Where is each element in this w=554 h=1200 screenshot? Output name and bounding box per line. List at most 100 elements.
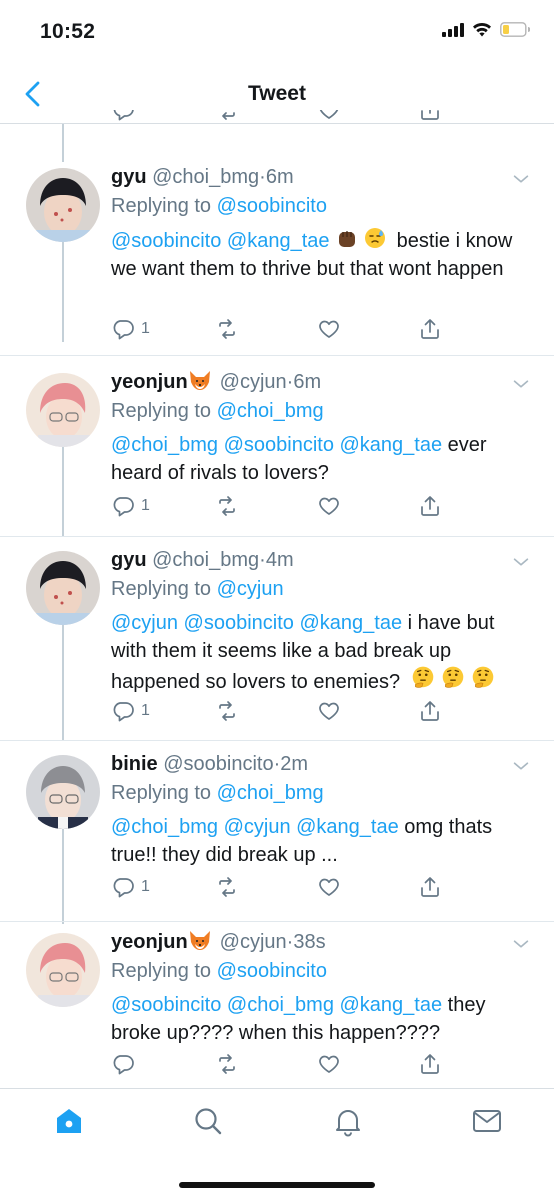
retweet-icon <box>215 494 239 518</box>
avatar[interactable] <box>26 933 100 1007</box>
retweet-icon <box>215 110 239 122</box>
fox-emoji-icon <box>188 370 212 392</box>
reply-button[interactable]: 1 <box>111 875 150 899</box>
chevron-down-icon[interactable] <box>510 755 532 777</box>
home-indicator <box>179 1182 375 1188</box>
reply-button[interactable]: 1 <box>111 699 150 723</box>
replying-to-link[interactable]: @choi_bmg <box>217 782 324 804</box>
share-button[interactable] <box>418 699 442 723</box>
share-button[interactable] <box>418 875 442 899</box>
tweet-text: @soobincito @choi_bmg @kang_tae they bro… <box>111 991 532 1047</box>
replying-to-link[interactable]: @cyjun <box>217 578 284 600</box>
tab-search[interactable] <box>192 1105 224 1137</box>
user-handle[interactable]: @soobincito <box>163 753 273 775</box>
like-icon <box>317 699 341 723</box>
avatar[interactable] <box>26 168 100 242</box>
retweet-button[interactable] <box>215 875 239 899</box>
user-handle[interactable]: @cyjun <box>220 371 287 393</box>
page-title: Tweet <box>248 82 306 105</box>
replying-to: Replying to @soobincito <box>111 960 327 982</box>
tweet-mentions[interactable]: @soobincito @choi_bmg @kang_tae <box>111 994 442 1016</box>
tweet[interactable]: yeonjun @cyjun·38s Replying to @soobincit… <box>0 919 554 1087</box>
reply-count: 1 <box>141 497 150 514</box>
tweet-text: @choi_bmg @cyjun @kang_tae omg thats tru… <box>111 813 532 869</box>
retweet-button[interactable] <box>215 494 239 518</box>
tweet[interactable]: yeonjun @cyjun·6m Replying to @choi_bmg @… <box>0 359 554 537</box>
timestamp: 6m <box>265 166 294 188</box>
status-bar: 10:52 <box>0 0 554 64</box>
replying-to: Replying to @cyjun <box>111 578 284 600</box>
thinking-face-emoji-icon <box>410 665 436 691</box>
chevron-down-icon[interactable] <box>510 551 532 573</box>
like-icon <box>317 110 341 122</box>
tab-messages[interactable] <box>471 1105 503 1137</box>
display-name[interactable]: yeonjun <box>111 371 188 393</box>
like-button[interactable] <box>317 699 341 723</box>
chevron-down-icon[interactable] <box>510 933 532 955</box>
display-name[interactable]: yeonjun <box>111 931 188 953</box>
share-button[interactable] <box>418 317 442 341</box>
tweet-header: yeonjun @cyjun·38s <box>111 930 326 953</box>
tweet-mentions[interactable]: @choi_bmg @soobincito @kang_tae <box>111 434 442 456</box>
like-button[interactable] <box>317 494 341 518</box>
like-button[interactable] <box>317 875 341 899</box>
wifi-icon <box>473 22 491 37</box>
replying-to: Replying to @soobincito <box>111 195 327 217</box>
reply-icon <box>111 494 135 518</box>
tweet-actions <box>111 1052 441 1078</box>
like-button[interactable] <box>317 317 341 341</box>
tweet-mentions[interactable]: @soobincito @kang_tae <box>111 230 330 252</box>
avatar[interactable] <box>26 551 100 625</box>
timestamp: 2m <box>280 753 309 775</box>
cellular-signal-icon <box>442 22 464 37</box>
like-icon <box>317 1052 341 1076</box>
timestamp: 6m <box>293 371 322 393</box>
reply-count: 1 <box>141 878 150 895</box>
share-icon <box>418 110 442 122</box>
tweet[interactable]: gyu @choi_bmg·6m Replying to @soobincito… <box>0 154 554 356</box>
replying-to: Replying to @choi_bmg <box>111 782 324 804</box>
avatar[interactable] <box>26 373 100 447</box>
replying-to-link[interactable]: @soobincito <box>217 195 327 217</box>
chevron-down-icon[interactable] <box>510 373 532 395</box>
tweet-mentions[interactable]: @choi_bmg @cyjun @kang_tae <box>111 816 399 838</box>
tweet[interactable]: binie @soobincito·2m Replying to @choi_b… <box>0 741 554 922</box>
tweet-mentions[interactable]: @cyjun @soobincito @kang_tae <box>111 612 402 634</box>
replying-to-link[interactable]: @soobincito <box>217 960 327 982</box>
timestamp: 38s <box>293 931 326 953</box>
retweet-button[interactable] <box>215 317 239 341</box>
chevron-down-icon[interactable] <box>510 168 532 190</box>
reply-button[interactable]: 1 <box>111 317 150 341</box>
bell-icon <box>336 1110 360 1137</box>
user-handle[interactable]: @choi_bmg <box>152 166 259 188</box>
home-icon <box>57 1109 81 1133</box>
retweet-button[interactable] <box>215 1052 239 1076</box>
share-button[interactable] <box>418 494 442 518</box>
replying-to-link[interactable]: @choi_bmg <box>217 400 324 422</box>
reply-icon <box>111 1052 135 1076</box>
replying-to: Replying to @choi_bmg <box>111 400 324 422</box>
tweet[interactable]: gyu @choi_bmg·4m Replying to @cyjun @cyj… <box>0 537 554 741</box>
thinking-face-emoji-icon <box>470 665 496 691</box>
display-name[interactable]: binie <box>111 753 158 775</box>
share-icon <box>418 699 442 723</box>
retweet-icon <box>215 1052 239 1076</box>
tab-notifications[interactable] <box>332 1105 364 1137</box>
reply-button[interactable]: 1 <box>111 494 150 518</box>
user-handle[interactable]: @cyjun <box>220 931 287 953</box>
reply-icon <box>111 699 135 723</box>
fox-emoji-icon <box>188 930 212 952</box>
tab-home[interactable] <box>53 1105 85 1137</box>
display-name[interactable]: gyu <box>111 166 147 188</box>
retweet-button[interactable] <box>215 699 239 723</box>
reply-button[interactable] <box>111 1052 141 1076</box>
thinking-face-emoji-icon <box>440 665 466 691</box>
user-handle[interactable]: @choi_bmg <box>152 549 259 571</box>
sweat-face-emoji-icon <box>363 226 387 250</box>
share-button[interactable] <box>418 1052 442 1076</box>
avatar[interactable] <box>26 755 100 829</box>
like-button[interactable] <box>317 1052 341 1076</box>
display-name[interactable]: gyu <box>111 549 147 571</box>
like-icon <box>317 317 341 341</box>
tweet-actions: 1 <box>111 875 441 901</box>
